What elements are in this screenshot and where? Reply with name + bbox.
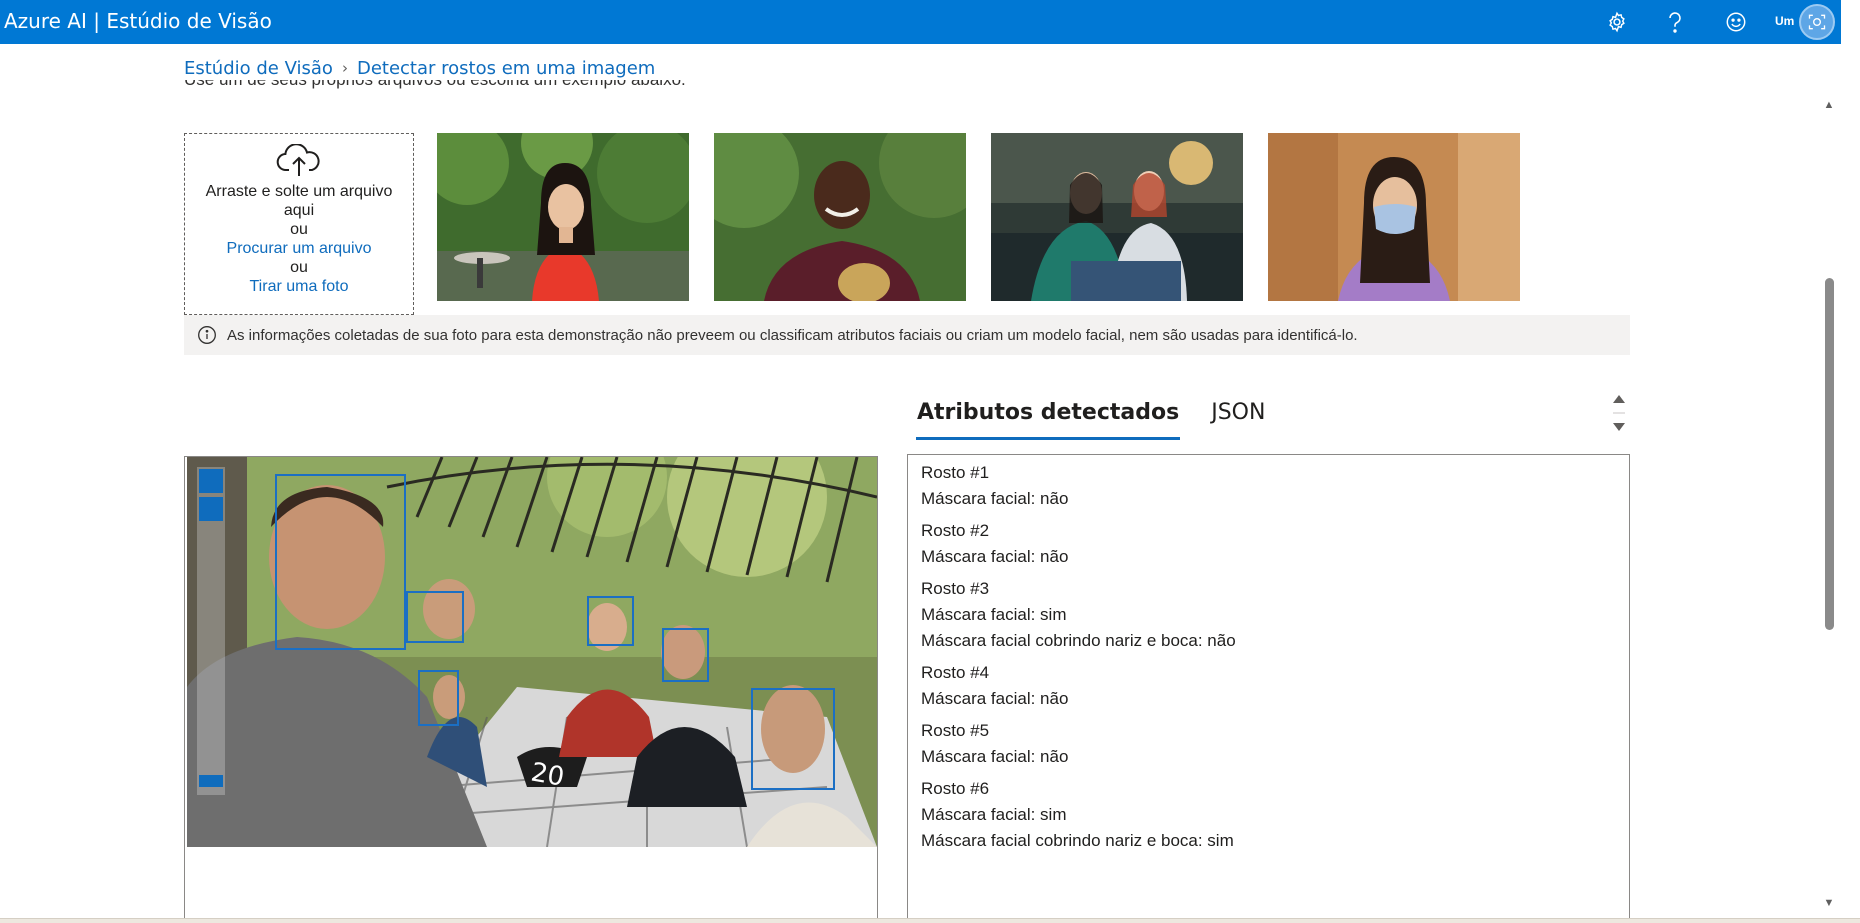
face-mask-value: Máscara facial: não	[921, 747, 1069, 766]
face-mask-cover-value: Máscara facial cobrindo nariz e boca: si…	[921, 831, 1234, 850]
sample-image-man-bread[interactable]	[714, 133, 966, 301]
sample-image-two-women[interactable]	[991, 133, 1243, 301]
analyzed-photo: 20	[187, 457, 877, 847]
scroll-down-icon[interactable]: ▼	[1822, 896, 1836, 910]
gear-icon[interactable]	[1601, 6, 1633, 38]
scroll-down-arrow-icon[interactable]	[1613, 423, 1625, 431]
face-mask-value: Máscara facial: sim	[921, 805, 1067, 824]
sample-image-woman-red[interactable]	[437, 133, 689, 301]
face-result-2: Rosto #2 Máscara facial: não	[921, 518, 1616, 570]
face-title: Rosto #5	[921, 721, 990, 740]
scrollbar-thumb[interactable]	[1825, 278, 1834, 630]
top-app-bar: Azure AI | Estúdio de Visão Um	[0, 0, 1841, 44]
face-title: Rosto #4	[921, 663, 990, 682]
intro-text: Use um de seus próprios arquivos ou esco…	[184, 80, 686, 90]
face-mask-value: Máscara facial: sim	[921, 605, 1067, 624]
face-result-4: Rosto #4 Máscara facial: não	[921, 660, 1616, 712]
intro-text-clip: Use um de seus próprios arquivos ou esco…	[184, 80, 904, 92]
detected-attributes-panel: Rosto #1 Máscara facial: não Rosto #2 Má…	[907, 454, 1630, 919]
breadcrumb-current[interactable]: Detectar rostos em uma imagem	[357, 58, 655, 79]
sample-image-woman-mask[interactable]	[1268, 133, 1520, 301]
help-icon[interactable]	[1659, 6, 1691, 38]
face-title: Rosto #6	[921, 779, 990, 798]
tab-detected-attributes[interactable]: Atributos detectados	[916, 398, 1181, 440]
face-result-5: Rosto #5 Máscara facial: não	[921, 718, 1616, 770]
cloud-upload-icon	[276, 144, 320, 176]
privacy-notice-text: As informações coletadas de sua foto par…	[227, 326, 1358, 344]
window-bottom-edge	[0, 918, 1860, 923]
breadcrumb: Estúdio de Visão › Detectar rostos em um…	[184, 56, 655, 80]
avatar[interactable]	[1799, 4, 1835, 40]
drag-text-line2: aqui	[283, 202, 315, 219]
or-text-1: ou	[290, 221, 308, 238]
user-initials[interactable]: Um	[1775, 0, 1794, 42]
tab-json[interactable]: JSON	[1210, 398, 1266, 440]
face-mask-value: Máscara facial: não	[921, 689, 1069, 708]
drag-text-line1: Arraste e solte um arquivo	[205, 183, 393, 200]
face-title: Rosto #1	[921, 463, 990, 482]
upload-dropzone[interactable]: Arraste e solte um arquivo aqui ou Procu…	[184, 133, 414, 315]
scroll-up-icon[interactable]: ▲	[1822, 98, 1836, 112]
chevron-right-icon: ›	[341, 59, 348, 77]
face-mask-value: Máscara facial: não	[921, 547, 1069, 566]
face-result-3: Rosto #3 Máscara facial: sim Máscara fac…	[921, 576, 1616, 654]
window-edge	[1841, 0, 1860, 923]
page-scrollbar[interactable]: ▲ ▼	[1818, 92, 1840, 920]
info-icon	[198, 326, 216, 344]
face-title: Rosto #2	[921, 521, 990, 540]
privacy-notice: As informações coletadas de sua foto par…	[184, 315, 1630, 355]
results-mini-scroll	[1611, 392, 1627, 434]
face-mask-value: Máscara facial: não	[921, 489, 1069, 508]
face-result-1: Rosto #1 Máscara facial: não	[921, 460, 1616, 512]
zoom-slider-handle[interactable]	[199, 775, 223, 787]
or-text-2: ou	[290, 259, 308, 276]
browse-file-link[interactable]: Procurar um arquivo	[185, 239, 413, 258]
breadcrumb-root-link[interactable]: Estúdio de Visão	[184, 58, 333, 79]
avatar-camera-icon	[1808, 14, 1826, 30]
take-photo-link[interactable]: Tirar uma foto	[185, 277, 413, 296]
face-title: Rosto #3	[921, 579, 990, 598]
analyzed-image-frame: 20	[184, 456, 878, 918]
zoom-in-button[interactable]	[199, 469, 223, 493]
zoom-out-button[interactable]	[199, 497, 223, 521]
app-title[interactable]: Azure AI | Estúdio de Visão	[4, 0, 272, 42]
table-number-text: 20	[529, 757, 567, 792]
result-tabs: Atributos detectados JSON	[916, 398, 1296, 440]
face-result-6: Rosto #6 Máscara facial: sim Máscara fac…	[921, 776, 1616, 854]
scroll-up-arrow-icon[interactable]	[1613, 395, 1625, 403]
face-mask-cover-value: Máscara facial cobrindo nariz e boca: nã…	[921, 631, 1236, 650]
smiley-icon[interactable]	[1720, 6, 1752, 38]
